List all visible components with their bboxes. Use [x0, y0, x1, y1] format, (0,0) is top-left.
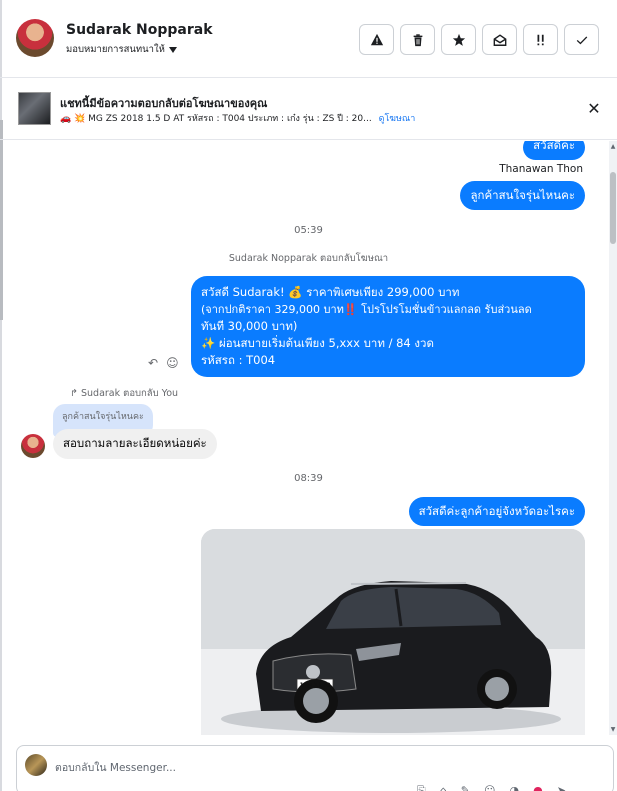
- ad-banner-title: แชทนี้มีข้อความตอบกลับต่อโฆษณาของคุณ: [60, 97, 268, 110]
- outgoing-message[interactable]: สวัสดี Sudarak! 💰 ราคาพิเศษเพียง 299,000…: [191, 276, 585, 377]
- message-hover-actions: ↶ ☺: [148, 356, 179, 370]
- message-line: ✨ ผ่อนสบายเริ่มต้นเพียง 5,xxx บาท / 84 ง…: [201, 336, 434, 350]
- envelope-open-icon: [493, 33, 506, 46]
- car-photo[interactable]: 1ขษ 1170: [201, 529, 585, 735]
- message-line: รหัสรถ : T004: [201, 353, 276, 367]
- reply-composer[interactable]: ตอบกลับใน Messenger... ⎘ ⌂ ✎ ☺ ◔ ● ➤: [16, 745, 614, 791]
- outgoing-message[interactable]: สวัสดีค่ะลูกค้าอยู่จังหวัดอะไรคะ: [408, 497, 585, 526]
- contact-avatar-small[interactable]: [21, 434, 45, 458]
- outgoing-message[interactable]: ลูกค้าสนใจรุ่นไหนคะ: [460, 181, 585, 210]
- ad-thumbnail[interactable]: [18, 92, 51, 125]
- header-actions: [359, 24, 599, 55]
- page-avatar: [25, 754, 47, 776]
- attachment-icon[interactable]: ⎘: [417, 784, 426, 791]
- message-line: ทันที 30,000 บาท): [201, 319, 298, 333]
- pen-icon[interactable]: ✎: [461, 784, 470, 791]
- sender-name: Thanawan Thon: [499, 163, 583, 175]
- outgoing-message[interactable]: สวัสดีคะ: [523, 141, 585, 160]
- ad-emoji: 🚗 💥: [60, 114, 86, 124]
- ad-description-text: MG ZS 2018 1.5 D AT รหัสรถ : T004 ประเภท…: [88, 114, 372, 124]
- mark-unread-button[interactable]: [482, 24, 517, 55]
- reply-input[interactable]: ตอบกลับใน Messenger...: [55, 759, 176, 776]
- trash-icon: [413, 33, 422, 46]
- notification-icon[interactable]: ●: [533, 784, 543, 791]
- reply-icon[interactable]: ↶: [148, 356, 158, 370]
- mark-spam-button[interactable]: [359, 24, 394, 55]
- star-icon: [452, 33, 465, 46]
- saved-reply-icon[interactable]: ⌂: [440, 784, 447, 791]
- chevron-down-icon: [168, 46, 177, 53]
- conversation-header: Sudarak Nopparak มอบหมายการสนทนาให้: [0, 0, 617, 78]
- star-button[interactable]: [441, 24, 476, 55]
- timestamp: 05:39: [294, 225, 323, 236]
- replied-to-meta: ↱ Sudarak ตอบกลับ You: [70, 386, 178, 401]
- view-ad-link[interactable]: ดูโฆษณา: [379, 114, 416, 124]
- reply-arrow-icon: ↱: [70, 388, 78, 399]
- scrollbar-thumb[interactable]: [610, 172, 616, 244]
- mark-done-button[interactable]: [564, 24, 599, 55]
- emoji-icon[interactable]: ☺: [484, 784, 495, 791]
- checkmark-icon: [576, 35, 587, 44]
- replied-to-text: Sudarak ตอบกลับ You: [81, 388, 179, 399]
- assign-conversation-dropdown[interactable]: มอบหมายการสนทนาให้: [66, 42, 177, 57]
- contact-name[interactable]: Sudarak Nopparak: [66, 22, 213, 38]
- incoming-message[interactable]: สอบถามลายละเอียดหน่อยค่ะ: [53, 429, 217, 459]
- sticker-icon[interactable]: ◔: [509, 784, 519, 791]
- follow-up-button[interactable]: [523, 24, 558, 55]
- scroll-down-icon[interactable]: ▼: [610, 726, 616, 733]
- timestamp: 08:39: [294, 473, 323, 484]
- warning-icon: [370, 33, 383, 45]
- close-icon[interactable]: ✕: [585, 99, 603, 118]
- message-thread: สวัสดีคะ Thanawan Thon ลูกค้าสนใจรุ่นไหน…: [0, 141, 617, 735]
- contact-avatar[interactable]: [16, 19, 54, 57]
- assign-label: มอบหมายการสนทนาให้: [66, 44, 165, 55]
- scroll-up-icon[interactable]: ▲: [610, 143, 616, 150]
- ad-reply-banner: แชทนี้มีข้อความตอบกลับต่อโฆษณาของคุณ 🚗 💥…: [0, 78, 617, 140]
- license-plate-text: 1ขษ 1170: [299, 682, 331, 689]
- message-line: (จากปกติราคา 329,000 บาท‼️ โปรโปรโมชั่นข…: [201, 303, 532, 316]
- exclamation-icon: [537, 34, 544, 45]
- composer-tools: ⎘ ⌂ ✎ ☺ ◔ ● ➤: [417, 784, 566, 791]
- ad-reply-meta: Sudarak Nopparak ตอบกลับโฆษณา: [228, 253, 389, 264]
- emoji-react-icon[interactable]: ☺: [166, 356, 179, 370]
- message-line: สวัสดี Sudarak! 💰 ราคาพิเศษเพียง 299,000…: [201, 285, 460, 299]
- delete-button[interactable]: [400, 24, 435, 55]
- car-image: [201, 529, 585, 735]
- send-icon[interactable]: ➤: [557, 784, 566, 791]
- ad-description: 🚗 💥 MG ZS 2018 1.5 D AT รหัสรถ : T004 ปร…: [60, 111, 415, 125]
